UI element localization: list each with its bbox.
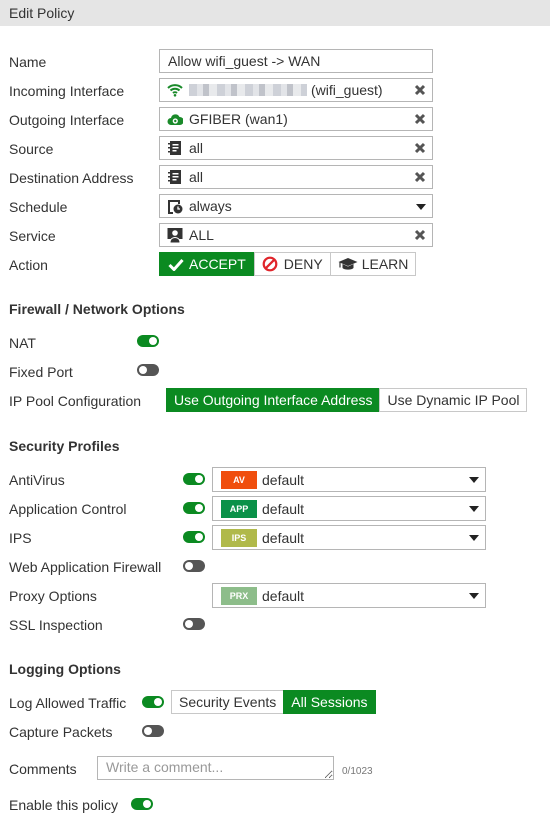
action-accept-button[interactable]: ACCEPT xyxy=(159,252,255,276)
service-value: ALL xyxy=(189,227,214,243)
log-allowed-traffic-toggle[interactable] xyxy=(142,696,164,708)
comments-textarea[interactable] xyxy=(97,756,334,780)
av-badge: AV xyxy=(221,470,257,489)
antivirus-profile-value: default xyxy=(262,471,305,488)
ssl-inspection-toggle[interactable] xyxy=(183,618,205,630)
destination-value: all xyxy=(189,169,204,185)
graduation-cap-icon xyxy=(338,258,358,270)
schedule-clock-icon xyxy=(166,197,184,215)
incoming-interface-label: Incoming Interface xyxy=(9,83,125,99)
outgoing-interface-value: GFIBER (wan1) xyxy=(189,111,288,127)
app-control-profile-select[interactable]: APP default xyxy=(212,496,486,521)
action-deny-button[interactable]: DENY xyxy=(253,252,331,276)
source-field[interactable]: all xyxy=(159,136,433,160)
proxy-options-profile-value: default xyxy=(262,587,305,604)
log-mode-selector: Security Events All Sessions xyxy=(171,690,376,714)
nat-toggle[interactable] xyxy=(137,335,159,347)
chevron-down-icon[interactable] xyxy=(416,204,426,210)
antivirus-label: AntiVirus xyxy=(9,472,65,488)
outgoing-interface-label: Outgoing Interface xyxy=(9,112,125,128)
action-selector: ACCEPT DENY LEARN xyxy=(159,252,417,276)
service-label: Service xyxy=(9,228,56,244)
remove-icon[interactable] xyxy=(413,227,427,243)
check-icon xyxy=(168,258,184,271)
app-control-label: Application Control xyxy=(9,501,127,517)
wifi-icon xyxy=(166,81,184,99)
proxy-options-label: Proxy Options xyxy=(9,588,97,604)
waf-toggle[interactable] xyxy=(183,560,205,572)
ips-label: IPS xyxy=(9,530,32,546)
ip-pool-label: IP Pool Configuration xyxy=(9,393,142,409)
name-value: Allow wifi_guest -> WAN xyxy=(168,53,321,69)
firewall-section-title: Firewall / Network Options xyxy=(9,301,185,317)
enable-policy-label: Enable this policy xyxy=(9,797,118,813)
app-control-toggle[interactable] xyxy=(183,502,205,514)
log-allowed-traffic-label: Log Allowed Traffic xyxy=(9,695,127,711)
remove-icon[interactable] xyxy=(413,169,427,185)
source-value: all xyxy=(189,140,204,156)
app-badge: APP xyxy=(221,499,257,518)
dialog-header: Edit Policy xyxy=(0,0,550,26)
ssl-inspection-label: SSL Inspection xyxy=(9,617,103,633)
name-label: Name xyxy=(9,54,47,70)
use-dynamic-ip-pool-button[interactable]: Use Dynamic IP Pool xyxy=(379,388,528,412)
action-label: Action xyxy=(9,257,48,273)
remove-icon[interactable] xyxy=(413,140,427,156)
ips-badge: IPS xyxy=(221,528,257,547)
all-sessions-button[interactable]: All Sessions xyxy=(283,690,376,714)
destination-label: Destination Address xyxy=(9,170,134,186)
comment-char-counter: 0/1023 xyxy=(342,766,373,777)
remove-icon[interactable] xyxy=(413,82,427,98)
outgoing-interface-field[interactable]: GFIBER (wan1) xyxy=(159,107,433,131)
antivirus-toggle[interactable] xyxy=(183,473,205,485)
antivirus-profile-select[interactable]: AV default xyxy=(212,467,486,492)
action-accept-label: ACCEPT xyxy=(189,256,246,272)
app-control-profile-value: default xyxy=(262,500,305,517)
service-field[interactable]: ALL xyxy=(159,223,433,247)
action-deny-label: DENY xyxy=(283,256,323,272)
ips-profile-select[interactable]: IPS default xyxy=(212,525,486,550)
logging-section-title: Logging Options xyxy=(9,661,121,677)
incoming-interface-field[interactable]: (wifi_guest) xyxy=(159,78,433,102)
security-events-button[interactable]: Security Events xyxy=(171,690,285,714)
proxy-options-profile-select[interactable]: PRX default xyxy=(212,583,486,608)
nat-label: NAT xyxy=(9,335,36,351)
incoming-interface-value: (wifi_guest) xyxy=(311,82,383,98)
destination-field[interactable]: all xyxy=(159,165,433,189)
chevron-down-icon[interactable] xyxy=(469,477,479,483)
use-outgoing-interface-button[interactable]: Use Outgoing Interface Address xyxy=(166,388,381,412)
schedule-select[interactable]: always xyxy=(159,194,433,218)
service-icon xyxy=(166,226,184,244)
waf-label: Web Application Firewall xyxy=(9,559,162,575)
fixed-port-label: Fixed Port xyxy=(9,364,73,380)
wan-cloud-icon xyxy=(166,110,184,128)
fixed-port-toggle[interactable] xyxy=(137,364,159,376)
redacted-interface-name xyxy=(189,84,307,96)
capture-packets-toggle[interactable] xyxy=(142,725,164,737)
chevron-down-icon[interactable] xyxy=(469,506,479,512)
remove-icon[interactable] xyxy=(413,111,427,127)
name-input[interactable]: Allow wifi_guest -> WAN xyxy=(159,49,433,73)
security-section-title: Security Profiles xyxy=(9,438,120,454)
chevron-down-icon[interactable] xyxy=(469,593,479,599)
ips-toggle[interactable] xyxy=(183,531,205,543)
address-book-icon xyxy=(166,139,184,157)
prx-badge: PRX xyxy=(221,586,257,605)
schedule-label: Schedule xyxy=(9,199,68,215)
source-label: Source xyxy=(9,141,54,157)
address-book-icon xyxy=(166,168,184,186)
deny-icon xyxy=(262,256,278,272)
action-learn-button[interactable]: LEARN xyxy=(329,252,417,276)
page-title: Edit Policy xyxy=(9,5,75,21)
capture-packets-label: Capture Packets xyxy=(9,724,113,740)
ips-profile-value: default xyxy=(262,529,305,546)
ip-pool-selector: Use Outgoing Interface Address Use Dynam… xyxy=(166,388,528,412)
comments-label: Comments xyxy=(9,761,77,777)
enable-policy-toggle[interactable] xyxy=(131,798,153,810)
chevron-down-icon[interactable] xyxy=(469,535,479,541)
action-learn-label: LEARN xyxy=(361,256,409,272)
schedule-value: always xyxy=(189,198,232,214)
